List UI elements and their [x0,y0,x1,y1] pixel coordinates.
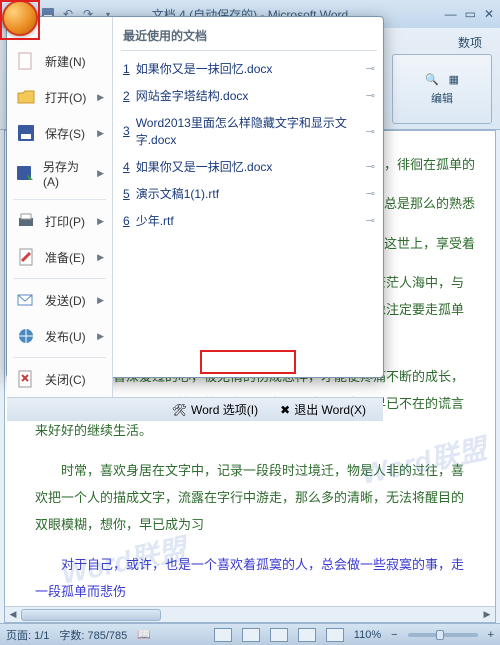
chevron-right-icon: ▶ [97,295,104,306]
menu-send[interactable]: 发送(D)▶ [7,282,112,318]
exit-icon: ✖ [280,403,290,417]
word-options-button[interactable]: 🛠Word 选项(I) [165,398,265,421]
recent-item-number: 1 [123,62,130,76]
scroll-right-icon[interactable]: ▶ [479,609,495,620]
office-menu-commands: 新建(N) 打开(O)▶ 保存(S)▶ 另存为(A)▶ 打印(P)▶ 准备(E)… [7,17,113,397]
horizontal-scrollbar[interactable]: ◀ ▶ [5,606,495,622]
maximize-button[interactable]: ▭ [465,7,476,21]
close-button[interactable]: ✕ [484,7,494,21]
status-proofing-icon[interactable]: 📖 [137,628,151,641]
chevron-right-icon: ▶ [97,331,104,342]
close-doc-icon [15,368,37,390]
ribbon-tab-item[interactable]: 数项 [448,30,492,55]
menu-saveas[interactable]: 另存为(A)▶ [7,151,112,196]
recent-item-number: 6 [123,214,130,228]
menu-new[interactable]: 新建(N) [7,43,112,79]
options-icon: 🛠 [172,403,187,417]
new-icon [15,50,37,72]
recent-documents-header: 最近使用的文档 [121,25,377,51]
status-page[interactable]: 页面: 1/1 [6,627,49,643]
pin-icon[interactable]: ⊸ [366,214,375,227]
chevron-right-icon: ▶ [97,92,104,103]
doc-paragraph: 对于自己，或许，也是一个喜欢着孤寞的人，总会做一些寂寞的事，走一段孤单而悲伤 [35,551,475,606]
save-icon [15,122,37,144]
recent-item-name: 演示文稿1(1).rtf [136,185,219,202]
chevron-right-icon: ▶ [97,252,104,263]
recent-document-item[interactable]: 4 如果你又是一抹回忆.docx ⊸ [121,153,377,180]
recent-documents-panel: 最近使用的文档 1 如果你又是一抹回忆.docx ⊸ 2 网站金字塔结构.docx ⊸ 3W… [113,17,383,397]
status-word-count[interactable]: 字数: 785/785 [59,627,127,643]
view-web-layout[interactable] [270,628,288,642]
doc-paragraph: 时常，喜欢身居在文字中，记录一段段时过境迁，物是人非的过往，喜欢把一个人的描成文… [35,457,475,539]
chevron-right-icon: ▶ [97,168,104,179]
send-icon [15,289,37,311]
office-button[interactable] [2,0,38,36]
ribbon-group-label: 编辑 [431,90,453,106]
zoom-level[interactable]: 110% [354,629,381,641]
zoom-slider[interactable] [408,633,478,637]
view-full-screen[interactable] [242,628,260,642]
recent-document-item[interactable]: 3 Word2013里面怎么样隐藏文字和显示文字.docx ⊸ [121,109,377,153]
minimize-button[interactable]: — [445,7,457,21]
saveas-icon [15,163,35,185]
recent-item-number: 5 [123,187,130,201]
recent-item-number: 2 [123,89,130,103]
view-draft[interactable] [326,628,344,642]
ribbon-tabs: 数项 [448,30,492,55]
office-menu: 新建(N) 打开(O)▶ 保存(S)▶ 另存为(A)▶ 打印(P)▶ 准备(E)… [6,16,384,378]
recent-document-item[interactable]: 6 少年.rtf ⊸ [121,207,377,234]
recent-item-number: 4 [123,160,130,174]
recent-document-item[interactable]: 5 演示文稿1(1).rtf ⊸ [121,180,377,207]
office-menu-footer: 🛠Word 选项(I) ✖退出 Word(X) [7,397,383,421]
view-print-layout[interactable] [214,628,232,642]
recent-item-name: 如果你又是一抹回忆.docx [136,60,273,77]
zoom-slider-thumb[interactable] [436,630,444,640]
scrollbar-thumb[interactable] [21,609,161,621]
pin-icon[interactable]: ⊸ [366,160,375,173]
status-bar: 页面: 1/1 字数: 785/785 📖 110% − + [0,623,500,645]
chevron-right-icon: ▶ [97,216,104,227]
menu-close[interactable]: 关闭(C) [7,361,112,397]
zoom-in-button[interactable]: + [488,629,494,641]
print-icon [15,210,37,232]
menu-publish[interactable]: 发布(U)▶ [7,318,112,354]
open-icon [15,86,37,108]
recent-item-name: 如果你又是一抹回忆.docx [136,158,273,175]
select-icon[interactable]: ▦ [449,73,459,86]
zoom-out-button[interactable]: − [391,629,397,641]
exit-word-button[interactable]: ✖退出 Word(X) [273,398,373,421]
menu-open[interactable]: 打开(O)▶ [7,79,112,115]
recent-item-name: 网站金字塔结构.docx [136,87,249,104]
scroll-left-icon[interactable]: ◀ [5,609,21,620]
menu-print[interactable]: 打印(P)▶ [7,203,112,239]
view-outline[interactable] [298,628,316,642]
menu-prepare[interactable]: 准备(E)▶ [7,239,112,275]
recent-document-item[interactable]: 1 如果你又是一抹回忆.docx ⊸ [121,55,377,82]
pin-icon[interactable]: ⊸ [366,89,375,102]
recent-document-item[interactable]: 2 网站金字塔结构.docx ⊸ [121,82,377,109]
pin-icon[interactable]: ⊸ [366,187,375,200]
pin-icon[interactable]: ⊸ [366,125,375,138]
menu-save[interactable]: 保存(S)▶ [7,115,112,151]
chevron-right-icon: ▶ [97,128,104,139]
recent-item-name: 少年.rtf [136,212,174,229]
publish-icon [15,325,37,347]
pin-icon[interactable]: ⊸ [366,62,375,75]
find-icon[interactable]: 🔍 [425,73,439,86]
recent-item-number: 3 [123,124,130,138]
prepare-icon [15,246,37,268]
recent-item-name: Word2013里面怎么样隐藏文字和显示文字.docx [136,114,360,148]
ribbon-group-editing: 🔍 ▦ 编辑 [392,54,492,124]
